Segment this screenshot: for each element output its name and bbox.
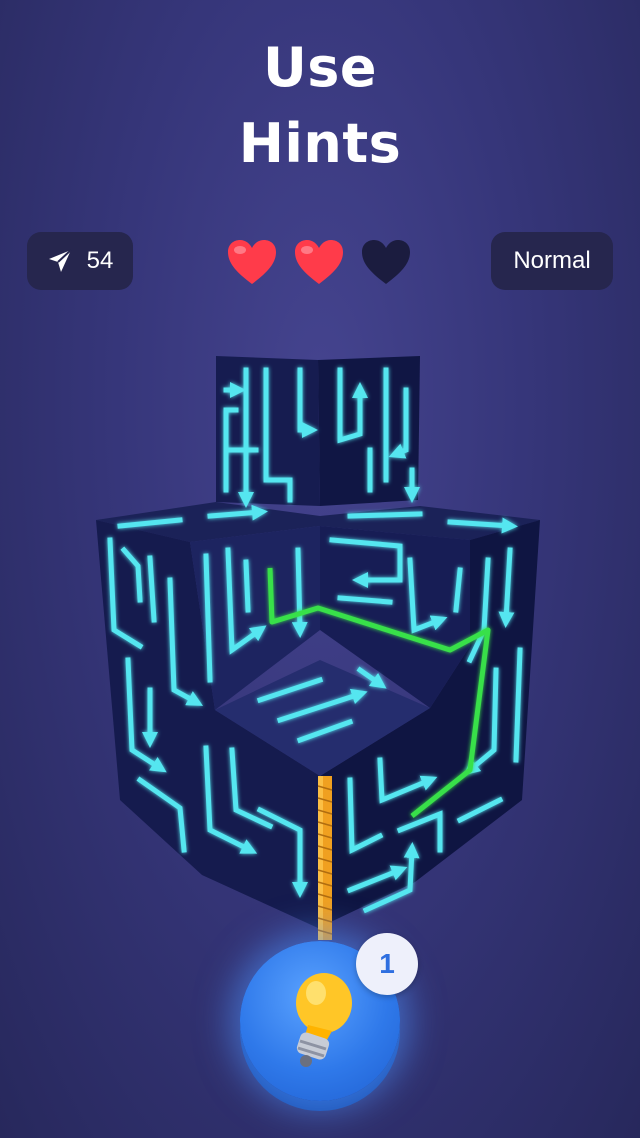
maze-cube[interactable] [0, 330, 640, 950]
difficulty-label[interactable]: Normal [491, 232, 613, 290]
page-title: Use Hints [0, 30, 640, 182]
difficulty-value: Normal [513, 247, 591, 274]
heart-full-icon [295, 240, 343, 284]
moves-value: 54 [86, 247, 114, 274]
title-line-2: Hints [238, 112, 402, 175]
hint-count: 1 [379, 948, 395, 979]
title-line-1: Use [262, 36, 378, 99]
hint-count-badge: 1 [356, 933, 418, 995]
heart-full-icon [228, 240, 276, 284]
maze-wall [347, 511, 423, 519]
paper-plane-icon [48, 249, 72, 272]
heart-empty-icon [362, 240, 410, 284]
maze-wall [243, 559, 251, 613]
lives-indicator [226, 238, 412, 288]
light-bulb-icon [296, 973, 352, 1067]
maze-wall [291, 547, 308, 638]
moves-counter: 54 [27, 232, 133, 290]
